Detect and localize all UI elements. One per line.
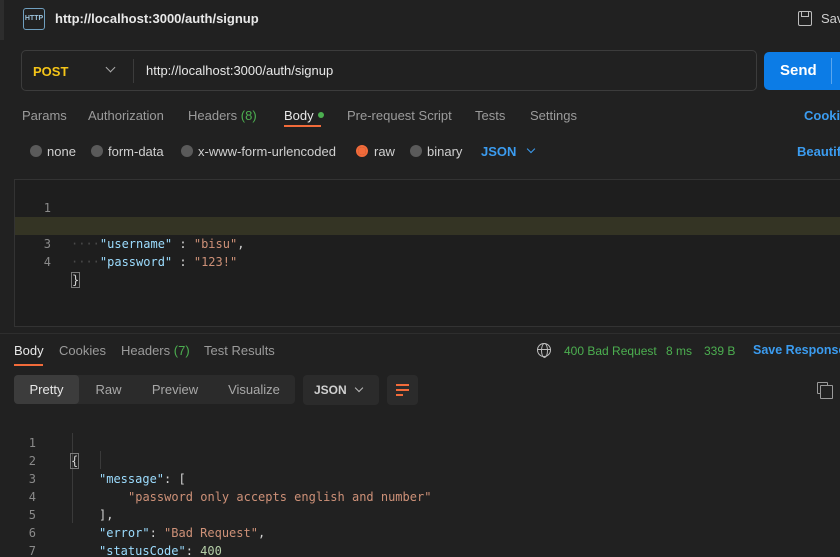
view-preview[interactable]: Preview	[144, 375, 206, 404]
window-edge	[0, 0, 4, 40]
active-tab-indicator	[14, 364, 43, 366]
beautify-link[interactable]: Beautify	[797, 144, 840, 159]
radio-raw[interactable]	[356, 145, 368, 157]
view-pretty[interactable]: Pretty	[14, 375, 79, 404]
chevron-down-icon[interactable]	[105, 62, 116, 73]
radio-binary[interactable]	[410, 145, 422, 157]
send-dropdown-divider	[831, 58, 832, 84]
tab-response-headers[interactable]: Headers (7)	[121, 343, 190, 358]
active-tab-indicator	[284, 125, 321, 127]
method-select[interactable]: POST	[33, 64, 68, 79]
response-line: 3 "password only accepts english and num…	[0, 452, 826, 504]
view-visualize[interactable]: Visualize	[220, 375, 288, 404]
request-body-editor[interactable]: 1 { 2 ····"username" : "bisu", 3 ····"pa…	[14, 179, 840, 327]
tab-params[interactable]: Params	[22, 108, 67, 123]
response-body-viewer[interactable]: 1 { 2 "message": [ 3 "password only acce…	[0, 416, 840, 557]
save-response-button[interactable]: Save Response	[753, 343, 840, 357]
tab-response-body[interactable]: Body	[14, 343, 44, 358]
request-url-bar: POST http://localhost:3000/auth/signup	[21, 50, 757, 91]
response-line: 2 "message": [	[0, 434, 826, 486]
save-button[interactable]: Save	[821, 11, 840, 26]
response-size[interactable]: 339 B	[704, 344, 735, 358]
code-text: ····"password" : "123!"	[71, 255, 238, 269]
editor-line: 2 ····"username" : "bisu",	[15, 199, 840, 251]
tab-body-label: Body	[284, 108, 314, 123]
tab-settings[interactable]: Settings	[530, 108, 577, 123]
radio-form-data-label[interactable]: form-data	[108, 144, 164, 159]
body-format-select[interactable]: JSON	[481, 144, 516, 159]
copy-icon[interactable]	[817, 382, 833, 399]
radio-raw-label[interactable]: raw	[374, 144, 395, 159]
response-line: 1 {	[0, 416, 826, 469]
body-mode-options: none form-data x-www-form-urlencoded raw…	[0, 142, 840, 162]
status-code[interactable]: 400 Bad Request	[564, 344, 657, 358]
response-line: 5 "error": "Bad Request",	[0, 488, 826, 540]
url-input[interactable]: http://localhost:3000/auth/signup	[146, 63, 746, 78]
line-number: 7	[28, 544, 36, 557]
tab-response-headers-label: Headers	[121, 343, 171, 358]
radio-urlencoded-label[interactable]: x-www-form-urlencoded	[198, 144, 336, 159]
response-line: 6 "statusCode": 400	[0, 506, 826, 557]
tab-tests[interactable]: Tests	[475, 108, 505, 123]
body-modified-dot	[317, 112, 324, 118]
radio-urlencoded[interactable]	[181, 145, 193, 157]
send-button[interactable]: Send	[764, 52, 840, 90]
response-line: 4 ],	[0, 470, 826, 522]
request-tabs: Params Authorization Headers (8) Body Pr…	[0, 102, 840, 128]
divider	[133, 59, 134, 83]
globe-icon[interactable]	[537, 343, 551, 358]
response-time[interactable]: 8 ms	[666, 344, 692, 358]
tab-authorization[interactable]: Authorization	[88, 108, 164, 123]
radio-form-data[interactable]	[91, 145, 103, 157]
response-view-toggle: Pretty Raw Preview Visualize	[14, 375, 295, 404]
view-raw[interactable]: Raw	[86, 375, 131, 404]
http-request-icon: HTTP	[23, 8, 45, 30]
response-headers-count: (7)	[173, 343, 190, 358]
pane-divider[interactable]	[0, 333, 840, 334]
tab-test-results[interactable]: Test Results	[204, 343, 275, 358]
tab-pre-request-script[interactable]: Pre-request Script	[347, 108, 452, 123]
wrap-lines-icon[interactable]	[387, 375, 418, 405]
editor-line: 4 }	[15, 235, 840, 288]
save-icon[interactable]	[798, 11, 812, 26]
tab-body[interactable]: Body	[284, 108, 324, 123]
editor-line: 1 {	[15, 181, 840, 234]
cookies-link[interactable]: Cookies	[804, 108, 840, 123]
editor-line-active: 3 ····"password" : "123!"	[15, 217, 840, 269]
chevron-down-icon[interactable]	[526, 144, 536, 154]
response-format-select[interactable]: JSON	[303, 375, 379, 405]
radio-none-label[interactable]: none	[47, 144, 76, 159]
radio-binary-label[interactable]: binary	[427, 144, 462, 159]
line-number: 4	[43, 255, 51, 269]
response-line: 7 }	[0, 524, 826, 557]
request-name[interactable]: http://localhost:3000/auth/signup	[55, 11, 259, 26]
request-title-bar: HTTP http://localhost:3000/auth/signup S…	[0, 0, 840, 40]
headers-count: (8)	[240, 108, 257, 123]
tab-headers[interactable]: Headers (8)	[188, 108, 257, 123]
tab-response-cookies[interactable]: Cookies	[59, 343, 106, 358]
code-text: "statusCode": 400	[99, 544, 222, 557]
tab-headers-label: Headers	[188, 108, 238, 123]
code-text: }	[71, 272, 81, 288]
radio-none[interactable]	[30, 145, 42, 157]
